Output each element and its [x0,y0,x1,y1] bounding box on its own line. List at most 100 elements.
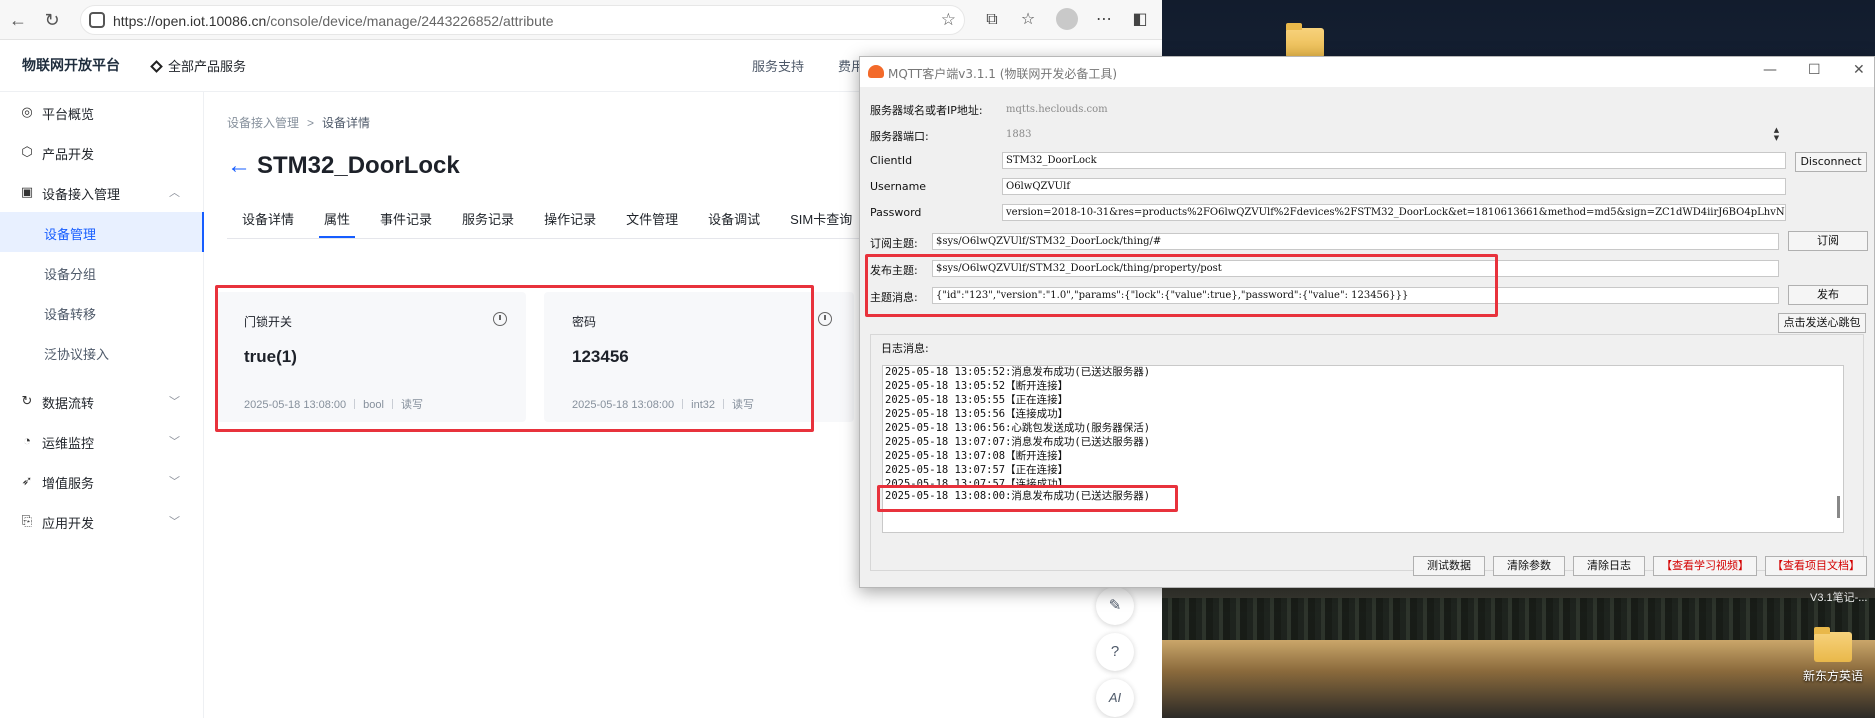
sidebar-subitem-device-transfer[interactable]: 设备转移 [0,292,204,332]
desktop-note-label: V3.1笔记-... [1810,592,1868,604]
tab-file-manage[interactable]: 文件管理 [611,202,693,238]
help-icon[interactable]: ? [1096,633,1134,671]
highlight-box-log [877,485,1178,512]
sidebar-subitem-protocol-access[interactable]: 泛协议接入 [0,332,204,372]
mqtt-window-title: MQTT客户端v3.1.1 (物联网开发必备工具) [888,67,1118,81]
tab-operation-records[interactable]: 操作记录 [529,202,611,238]
publish-button[interactable]: 发布 [1788,285,1868,305]
back-icon[interactable]: ← [6,8,30,32]
wallpaper-lake [1162,640,1875,718]
tab-event-records[interactable]: 事件记录 [365,202,447,238]
sidebar-item-label: 产品开发 [42,147,95,162]
sidebar-subitem-device-group[interactable]: 设备分组 [0,252,204,292]
sidebar-item-app-dev[interactable]: ⎘ 应用开发 ﹀ [0,501,204,541]
url-path: /console/device/manage/2443226852/attrib… [266,13,554,29]
favorites-icon[interactable]: ☆ [1016,8,1040,32]
sidebar-toggle-icon[interactable]: ◧ [1128,8,1152,32]
log-line: 2025-05-18 13:05:52【断开连接】 [885,380,1069,392]
sidebar-item-monitor[interactable]: ◔ 运维监控 ﹀ [0,421,204,461]
clear-log-button[interactable]: 清除日志 [1573,556,1645,576]
close-icon[interactable]: ✕ [1853,62,1865,78]
sidebar: ◎ 平台概览 ⬡ 产品开发 ▣ 设备接入管理 ︿ 设备管理 设备分组 设备转移 … [0,92,204,718]
maximize-icon[interactable]: ☐ [1808,62,1821,78]
chevron-up-icon: ︿ [169,187,180,199]
sidebar-item-label: 平台概览 [42,107,95,122]
edit-icon[interactable]: ✎ [1096,587,1134,625]
server-label: 服务器域名或者IP地址: [870,104,983,117]
chevron-down-icon: ﹀ [169,396,180,408]
mqtt-title-bar: MQTT客户端v3.1.1 (物联网开发必备工具) — ☐ ✕ [860,57,1874,87]
all-products-label: 全部产品服务 [168,59,247,74]
extensions-icon[interactable]: ⧉ [980,8,1004,32]
subscribe-button[interactable]: 订阅 [1788,231,1868,251]
back-arrow-icon[interactable]: ← [227,152,251,180]
sidebar-item-overview[interactable]: ◎ 平台概览 [0,92,204,132]
address-bar[interactable]: https://open.iot.10086.cn/console/device… [80,5,965,35]
dashboard-icon: ◎ [21,104,33,119]
username-field[interactable]: O6lwQZVUlf [1002,178,1786,195]
sidebar-item-label: 增值服务 [42,476,95,491]
sidebar-item-product-dev[interactable]: ⬡ 产品开发 [0,132,204,172]
tab-sim-query[interactable]: SIM卡查询 [775,202,867,238]
device-icon: ▣ [20,184,34,199]
password-field[interactable]: version=2018-10-31&res=products%2FO6lwQZ… [1002,204,1786,221]
sidebar-item-value-added[interactable]: ➶ 增值服务 ﹀ [0,461,204,501]
breadcrumb-link[interactable]: 设备接入管理 [227,116,299,130]
sidebar-item-label: 应用开发 [42,516,95,531]
cloud-logo-icon [868,65,884,78]
disconnect-button[interactable]: Disconnect [1795,152,1867,172]
clientid-label: ClientId [870,154,913,167]
sidebar-item-device-access[interactable]: ▣ 设备接入管理 ︿ [0,172,204,212]
study-video-button[interactable]: 【查看学习视频】 [1653,556,1757,576]
flow-icon: ↻ [21,393,33,408]
log-line: 2025-05-18 13:07:07:消息发布成功(已送达服务器) [885,436,1151,448]
password-label: Password [870,206,922,219]
history-icon[interactable] [818,312,832,326]
site-info-icon[interactable] [89,12,105,28]
desktop-folder-top[interactable] [1270,23,1340,58]
all-products-menu[interactable]: 全部产品服务 [150,56,247,75]
brand-logo[interactable]: 物联网开放平台 [22,55,120,75]
server-field[interactable]: mqtts.heclouds.com [1002,101,1784,118]
favorite-star-icon[interactable]: ☆ [941,10,956,30]
folder-icon [1286,23,1324,58]
log-line: 2025-05-18 13:05:56【连接成功】 [885,408,1069,420]
profile-icon[interactable] [1056,8,1080,32]
port-field[interactable]: 1883 [1002,126,1772,143]
ai-button[interactable]: AI [1096,679,1134,717]
header-link-service[interactable]: 服务支持 [752,56,804,75]
browser-toolbar: ← ↻ https://open.iot.10086.cn/console/de… [0,0,1162,40]
heartbeat-button[interactable]: 点击发送心跳包 [1778,313,1866,333]
log-line: 2025-05-18 13:07:08【断开连接】 [885,450,1069,462]
more-icon[interactable]: ⋯ [1092,8,1116,32]
tab-device-detail[interactable]: 设备详情 [227,202,309,238]
log-scrollbar[interactable] [1837,496,1840,518]
username-label: Username [870,180,927,193]
clientid-field[interactable]: STM32_DoorLock [1002,152,1786,169]
rocket-icon: ➶ [21,473,33,488]
sidebar-subitem-device-manage[interactable]: 设备管理 [0,212,204,252]
log-line: 2025-05-18 13:05:52:消息发布成功(已送达服务器) [885,366,1151,378]
monitor-icon: ◔ [23,433,31,448]
clear-params-button[interactable]: 清除参数 [1493,556,1565,576]
highlight-box-publish [865,254,1498,317]
minimize-icon[interactable]: — [1763,62,1777,78]
port-spinner[interactable]: ▲ ▼ [1771,126,1782,143]
test-data-button[interactable]: 测试数据 [1413,556,1485,576]
sidebar-subitem-label: 泛协议接入 [44,347,110,362]
app-icon: ⎘ [21,513,33,528]
tab-bar: 设备详情 属性 事件记录 服务记录 操作记录 文件管理 设备调试 SIM卡查询 [227,202,867,238]
tab-device-debug[interactable]: 设备调试 [693,202,775,238]
tab-service-records[interactable]: 服务记录 [447,202,529,238]
sub-topic-field[interactable]: $sys/O6lwQZVUlf/STM32_DoorLock/thing/# [932,233,1779,250]
project-doc-button[interactable]: 【查看项目文档】 [1765,556,1867,576]
sidebar-item-data-flow[interactable]: ↻ 数据流转 ﹀ [0,381,204,421]
sidebar-item-label: 数据流转 [42,396,95,411]
refresh-icon[interactable]: ↻ [40,8,64,32]
sub-topic-label: 订阅主题: [870,237,918,250]
desktop-folder-label: 新东方英语 [1802,669,1863,683]
log-line: 2025-05-18 13:07:57【正在连接】 [885,464,1069,476]
desktop-folder-xdf[interactable]: 新东方英语 [1798,627,1868,684]
tab-attributes[interactable]: 属性 [309,202,365,238]
sidebar-subitem-label: 设备管理 [44,227,97,242]
